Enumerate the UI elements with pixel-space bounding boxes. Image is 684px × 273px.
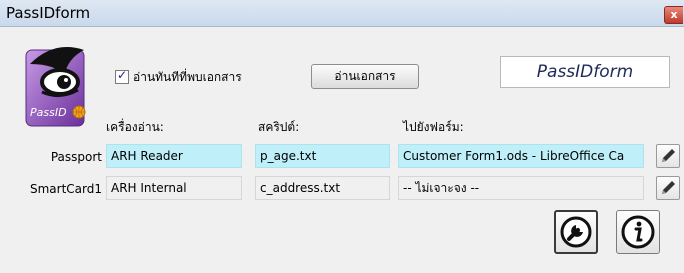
smartcard-form-field[interactable]: -- ไม่เจาะจง -- <box>398 176 644 200</box>
passport-form-field[interactable]: Customer Form1.ods - LibreOffice Ca <box>398 144 644 168</box>
column-header-script: สคริปต์: <box>258 120 300 134</box>
info-icon <box>621 215 655 249</box>
pencil-icon <box>662 149 675 162</box>
close-button[interactable]: x <box>664 6 683 24</box>
logo-text: PassID <box>30 106 67 119</box>
title-bar: PassIDform x <box>0 0 684 27</box>
row-label-passport: Passport <box>50 150 102 164</box>
passport-edit-button[interactable] <box>656 144 680 168</box>
checkmark-icon: ✓ <box>117 68 128 82</box>
auto-read-checkbox[interactable]: ✓ <box>115 68 129 84</box>
smartcard-reader-field[interactable]: ARH Internal <box>106 176 242 200</box>
read-document-button[interactable]: อ่านเอกสาร <box>311 64 419 89</box>
auto-read-label: อ่านทันทีที่พบเอกสาร <box>133 69 242 84</box>
window-title: PassIDform <box>6 4 91 22</box>
passid-logo-icon: PassID <box>25 47 86 127</box>
app-window: PassIDform x PassID ✓ อ่านทันทีที่พบเอกส… <box>0 0 684 273</box>
passport-script-field[interactable]: p_age.txt <box>255 144 390 168</box>
row-label-smartcard1: SmartCard1 <box>29 182 102 196</box>
pencil-icon <box>662 181 675 194</box>
column-header-form: ไปยังฟอร์ม: <box>403 120 464 134</box>
smartcard-script-field[interactable]: c_address.txt <box>255 176 390 200</box>
info-button[interactable] <box>616 210 660 254</box>
auto-read-option[interactable]: ✓ อ่านทันทีที่พบเอกสาร <box>115 68 242 86</box>
wrench-icon <box>560 216 592 248</box>
passport-reader-field[interactable]: ARH Reader <box>106 144 242 168</box>
brand-label: PassIDform <box>500 56 670 88</box>
column-header-reader: เครื่องอ่าน: <box>106 120 164 134</box>
settings-button[interactable] <box>554 210 598 254</box>
smartcard-edit-button[interactable] <box>656 176 680 200</box>
